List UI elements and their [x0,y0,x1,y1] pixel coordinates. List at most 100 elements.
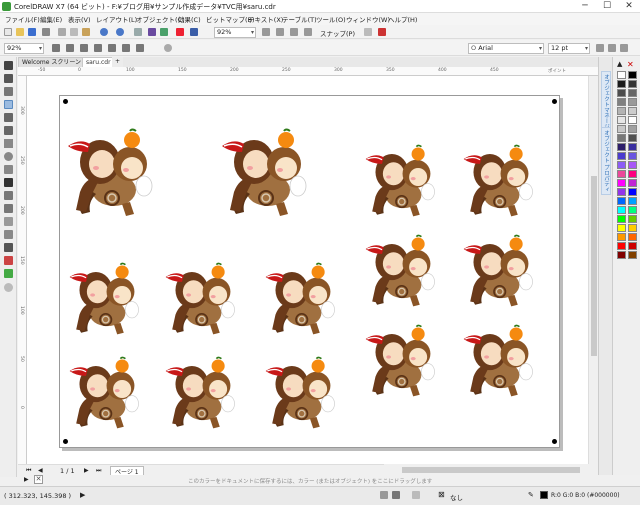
previous-page-icon[interactable]: ◀ [38,467,43,474]
shape-tool-icon[interactable] [4,74,13,83]
maximize-button[interactable]: ☐ [596,0,618,13]
monkey-clipart[interactable] [462,136,544,220]
monkey-clipart[interactable] [462,316,544,400]
import-icon[interactable] [148,28,156,36]
color-swatch[interactable] [628,80,637,88]
color-swatch[interactable] [617,152,626,160]
publish-pdf-icon[interactable] [176,28,184,36]
horizontal-scroll-thumb[interactable] [402,467,580,473]
zoom-tool-icon[interactable] [4,100,13,109]
color-swatch[interactable] [617,134,626,142]
cut-icon[interactable] [58,28,66,36]
undo-icon[interactable] [100,28,108,36]
last-page-icon[interactable]: ⏭ [96,467,101,475]
application-launcher-icon[interactable] [378,28,386,36]
monkey-clipart[interactable] [364,136,446,220]
selection-handle[interactable] [552,439,557,444]
outline-color-swatch[interactable] [540,491,548,499]
color-swatch[interactable] [628,161,637,169]
color-swatch[interactable] [617,71,626,79]
menu-table[interactable]: テーブル(T) [282,14,317,24]
monkey-clipart[interactable] [264,348,346,432]
color-swatch[interactable] [617,179,626,187]
color-swatch[interactable] [617,188,626,196]
no-fill-swatch-icon[interactable]: ✕ [34,475,43,484]
document-page[interactable] [59,95,560,448]
color-swatch[interactable] [617,89,626,97]
color-swatch[interactable] [617,251,626,259]
first-page-icon[interactable]: ⏮ [26,467,31,475]
menu-file[interactable]: ファイル(F) [5,14,40,24]
ellipse-tool-icon[interactable] [4,152,13,161]
pick-tool-icon[interactable] [4,61,13,70]
crop-tool-icon[interactable] [4,87,13,96]
color-swatch[interactable] [617,224,626,232]
color-swatch[interactable] [628,224,637,232]
monkey-clipart[interactable] [220,118,320,220]
vertical-scroll-thumb[interactable] [591,176,597,356]
monkey-clipart[interactable] [68,254,150,338]
add-tool-icon[interactable] [4,283,13,292]
font-list-select[interactable]: O Arial ▾ [468,43,544,54]
monkey-clipart[interactable] [66,118,166,220]
selection-handle[interactable] [63,439,68,444]
tab-welcome-screen[interactable]: Welcome スクリーン [18,57,86,67]
property-zoom-select[interactable]: 92% ▾ [4,43,44,54]
color-swatch[interactable] [628,143,637,151]
palette-scroll-up-icon[interactable]: ▲ [617,60,622,68]
menu-help[interactable]: ヘルプ(H) [388,14,417,24]
color-swatch[interactable] [617,215,626,223]
no-color-swatch[interactable]: ✕ [627,60,634,69]
color-swatch[interactable] [628,170,637,178]
selection-handle[interactable] [552,99,557,104]
docker-tab-object-properties[interactable]: オブジェクト プロパティ [601,127,611,196]
color-swatch[interactable] [628,233,637,241]
snap-to-menu[interactable]: スナップ(P) [320,28,355,38]
new-document-icon[interactable] [4,28,12,36]
full-screen-icon[interactable] [262,28,270,36]
rulers-icon[interactable] [276,28,284,36]
grid-icon[interactable] [290,28,298,36]
next-icon[interactable]: ▶ [80,491,85,499]
color-swatch[interactable] [628,215,637,223]
print-icon[interactable] [42,28,50,36]
save-icon[interactable] [28,28,36,36]
color-swatch[interactable] [617,197,626,205]
horizontal-ruler[interactable]: -50 0 100 150 200 250 300 350 400 450 ポイ… [18,67,598,76]
paste-icon[interactable] [82,28,90,36]
color-swatch[interactable] [617,170,626,178]
color-swatch[interactable] [628,197,637,205]
color-swatch[interactable] [628,242,637,250]
menu-layout[interactable]: レイアウト(L) [96,14,137,24]
open-folder-icon[interactable] [16,28,24,36]
horizontal-scrollbar[interactable] [384,465,598,475]
zoom-selected-icon[interactable] [80,44,88,52]
add-preset-icon[interactable] [164,44,172,52]
menu-edit[interactable]: 編集(E) [40,14,62,24]
monkey-clipart[interactable] [264,254,346,338]
color-swatch[interactable] [617,161,626,169]
italic-icon[interactable] [608,44,616,52]
underline-icon[interactable] [620,44,628,52]
zoom-page-icon[interactable] [108,44,116,52]
bold-icon[interactable] [596,44,604,52]
color-swatch[interactable] [628,89,637,97]
copy-icon[interactable] [70,28,78,36]
color-swatch[interactable] [617,116,626,124]
menu-tools[interactable]: ツール(O) [316,14,346,24]
color-swatch[interactable] [628,107,637,115]
close-button[interactable]: ✕ [618,0,640,13]
edit-fill-icon[interactable] [392,491,400,499]
color-swatch[interactable] [628,116,637,124]
add-tab-button[interactable]: + [112,57,124,67]
freehand-tool-icon[interactable] [4,113,13,122]
redo-icon[interactable] [116,28,124,36]
vertical-scrollbar[interactable] [588,76,598,464]
parallel-dimension-tool-icon[interactable] [4,191,13,200]
color-swatch[interactable] [628,179,637,187]
drop-shadow-tool-icon[interactable] [4,217,13,226]
transparency-tool-icon[interactable] [4,230,13,239]
drawing-canvas[interactable] [27,76,598,464]
polygon-tool-icon[interactable] [4,165,13,174]
corel-connect-icon[interactable] [190,28,198,36]
